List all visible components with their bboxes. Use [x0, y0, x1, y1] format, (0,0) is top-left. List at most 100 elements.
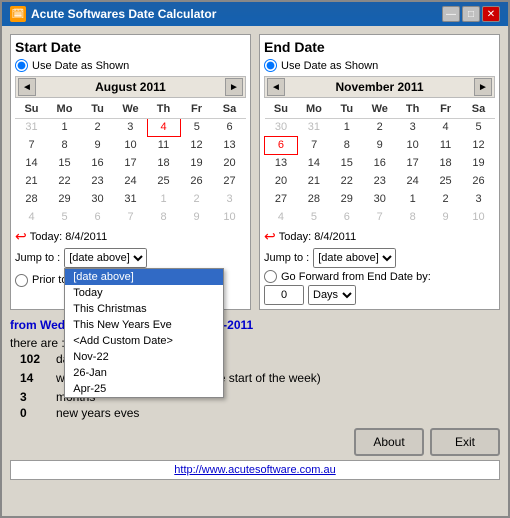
- table-row[interactable]: 31: [297, 118, 330, 136]
- table-row[interactable]: 21: [15, 172, 48, 190]
- table-row[interactable]: 4: [147, 118, 180, 136]
- table-row[interactable]: 30: [81, 190, 114, 208]
- table-row[interactable]: 4: [429, 118, 462, 136]
- table-row[interactable]: 27: [213, 172, 246, 190]
- exit-button[interactable]: Exit: [430, 428, 500, 456]
- table-row[interactable]: 6: [265, 136, 298, 154]
- end-jump-select[interactable]: [date above]: [313, 248, 396, 268]
- dropdown-item-26jan[interactable]: 26-Jan: [65, 365, 223, 381]
- end-date-radio[interactable]: [264, 59, 277, 72]
- table-row[interactable]: 16: [81, 154, 114, 172]
- table-row[interactable]: 8: [147, 208, 180, 226]
- close-button[interactable]: ✕: [482, 6, 500, 22]
- table-row[interactable]: 2: [429, 190, 462, 208]
- table-row[interactable]: 3: [462, 190, 495, 208]
- table-row[interactable]: 22: [48, 172, 81, 190]
- dropdown-item-new-years-eve[interactable]: This New Years Eve: [65, 317, 223, 333]
- table-row[interactable]: 8: [48, 136, 81, 154]
- table-row[interactable]: 10: [213, 208, 246, 226]
- table-row[interactable]: 12: [180, 136, 213, 154]
- table-row[interactable]: 18: [429, 154, 462, 172]
- end-forward-input[interactable]: [264, 285, 304, 305]
- start-next-btn[interactable]: ►: [225, 78, 243, 96]
- table-row[interactable]: 20: [213, 154, 246, 172]
- table-row[interactable]: 13: [213, 136, 246, 154]
- table-row[interactable]: 11: [429, 136, 462, 154]
- table-row[interactable]: 2: [180, 190, 213, 208]
- table-row[interactable]: 9: [363, 136, 396, 154]
- start-jump-select[interactable]: [date above]: [64, 248, 147, 268]
- maximize-button[interactable]: □: [462, 6, 480, 22]
- table-row[interactable]: 27: [265, 190, 298, 208]
- table-row[interactable]: 10: [396, 136, 429, 154]
- dropdown-item-date-above[interactable]: [date above]: [65, 269, 223, 285]
- table-row[interactable]: 5: [180, 118, 213, 136]
- table-row[interactable]: 22: [330, 172, 363, 190]
- table-row[interactable]: 9: [180, 208, 213, 226]
- dropdown-item-apr25[interactable]: Apr-25: [65, 381, 223, 397]
- table-row[interactable]: 18: [147, 154, 180, 172]
- table-row[interactable]: 15: [330, 154, 363, 172]
- table-row[interactable]: 21: [297, 172, 330, 190]
- table-row[interactable]: 3: [213, 190, 246, 208]
- table-row[interactable]: 13: [265, 154, 298, 172]
- table-row[interactable]: 7: [363, 208, 396, 226]
- table-row[interactable]: 7: [114, 208, 147, 226]
- table-row[interactable]: 8: [396, 208, 429, 226]
- table-row[interactable]: 12: [462, 136, 495, 154]
- table-row[interactable]: 7: [297, 136, 330, 154]
- table-row[interactable]: 14: [297, 154, 330, 172]
- table-row[interactable]: 25: [147, 172, 180, 190]
- table-row[interactable]: 25: [429, 172, 462, 190]
- table-row[interactable]: 1: [330, 118, 363, 136]
- end-next-btn[interactable]: ►: [474, 78, 492, 96]
- table-row[interactable]: 7: [15, 136, 48, 154]
- table-row[interactable]: 28: [15, 190, 48, 208]
- table-row[interactable]: 19: [180, 154, 213, 172]
- table-row[interactable]: 9: [81, 136, 114, 154]
- table-row[interactable]: 29: [330, 190, 363, 208]
- table-row[interactable]: 26: [180, 172, 213, 190]
- about-button[interactable]: About: [354, 428, 424, 456]
- table-row[interactable]: 20: [265, 172, 298, 190]
- table-row[interactable]: 8: [330, 136, 363, 154]
- dropdown-item-nov22[interactable]: Nov-22: [65, 349, 223, 365]
- table-row[interactable]: 17: [114, 154, 147, 172]
- table-row[interactable]: 1: [396, 190, 429, 208]
- table-row[interactable]: 5: [462, 118, 495, 136]
- minimize-button[interactable]: —: [442, 6, 460, 22]
- table-row[interactable]: 26: [462, 172, 495, 190]
- table-row[interactable]: 5: [297, 208, 330, 226]
- table-row[interactable]: 2: [81, 118, 114, 136]
- table-row[interactable]: 11: [147, 136, 180, 154]
- table-row[interactable]: 24: [396, 172, 429, 190]
- table-row[interactable]: 3: [396, 118, 429, 136]
- table-row[interactable]: 6: [330, 208, 363, 226]
- table-row[interactable]: 1: [147, 190, 180, 208]
- table-row[interactable]: 10: [114, 136, 147, 154]
- end-prev-btn[interactable]: ◄: [267, 78, 285, 96]
- start-prev-btn[interactable]: ◄: [18, 78, 36, 96]
- table-row[interactable]: 24: [114, 172, 147, 190]
- table-row[interactable]: 4: [15, 208, 48, 226]
- table-row[interactable]: 23: [81, 172, 114, 190]
- table-row[interactable]: 9: [429, 208, 462, 226]
- table-row[interactable]: 6: [81, 208, 114, 226]
- table-row[interactable]: 31: [15, 118, 48, 136]
- table-row[interactable]: 17: [396, 154, 429, 172]
- table-row[interactable]: 28: [297, 190, 330, 208]
- table-row[interactable]: 31: [114, 190, 147, 208]
- table-row[interactable]: 3: [114, 118, 147, 136]
- table-row[interactable]: 16: [363, 154, 396, 172]
- dropdown-item-add-custom[interactable]: <Add Custom Date>: [65, 333, 223, 349]
- start-date-radio[interactable]: [15, 59, 28, 72]
- table-row[interactable]: 10: [462, 208, 495, 226]
- table-row[interactable]: 30: [265, 118, 298, 136]
- end-go-forward-radio[interactable]: [264, 270, 277, 283]
- table-row[interactable]: 1: [48, 118, 81, 136]
- table-row[interactable]: 30: [363, 190, 396, 208]
- table-row[interactable]: 2: [363, 118, 396, 136]
- start-prior-radio[interactable]: [15, 274, 28, 287]
- dropdown-item-christmas[interactable]: This Christmas: [65, 301, 223, 317]
- dropdown-item-today[interactable]: Today: [65, 285, 223, 301]
